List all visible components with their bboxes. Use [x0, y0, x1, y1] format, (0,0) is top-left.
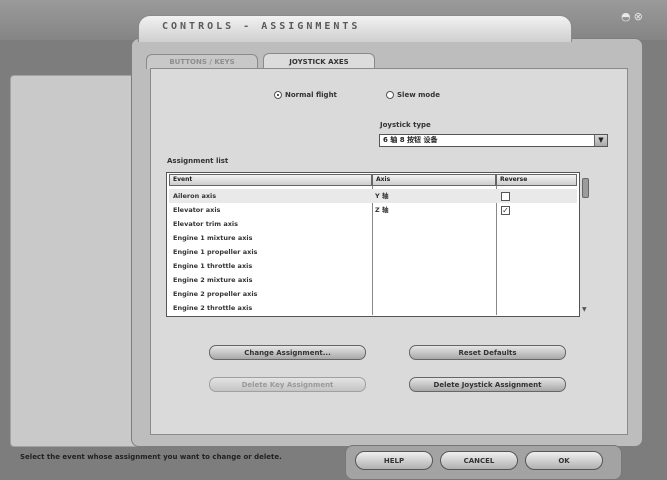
row-event: Aileron axis — [173, 192, 217, 200]
help-button[interactable]: HELP — [355, 451, 433, 470]
radio-slew-mode[interactable]: Slew mode — [386, 91, 440, 99]
column-header-reverse[interactable]: Reverse — [496, 174, 577, 186]
status-text: Select the event whose assignment you wa… — [20, 453, 282, 461]
table-row[interactable]: Elevator trim axis — [169, 217, 577, 231]
delete-joystick-assignment-button[interactable]: Delete Joystick Assignment — [409, 377, 566, 392]
row-event: Engine 1 throttle axis — [173, 262, 253, 270]
assignment-list-label: Assignment list — [167, 157, 229, 165]
delete-key-assignment-button[interactable]: Delete Key Assignment — [209, 377, 366, 392]
checkmark-icon: ✓ — [502, 206, 509, 215]
change-assignment-button[interactable]: Change Assignment... — [209, 345, 366, 360]
table-row[interactable]: Engine 2 mixture axis — [169, 273, 577, 287]
row-event: Engine 2 propeller axis — [173, 290, 258, 298]
row-event: Engine 2 mixture axis — [173, 276, 253, 284]
table-row[interactable]: Engine 1 throttle axis — [169, 259, 577, 273]
row-event: Elevator trim axis — [173, 220, 238, 228]
table-row[interactable]: Elevator axis Z 轴 ✓ — [169, 203, 577, 217]
window-controls: ◓ ⊗ — [618, 10, 643, 23]
minimize-icon[interactable]: ◓ — [621, 10, 631, 23]
row-event: Engine 2 throttle axis — [173, 304, 253, 312]
radio-selected-icon — [274, 91, 282, 99]
row-axis: Z 轴 — [375, 206, 389, 214]
column-header-event[interactable]: Event — [169, 174, 372, 186]
scrollbar-thumb[interactable] — [582, 178, 589, 198]
joystick-type-label: Joystick type — [380, 121, 431, 129]
radio-slew-mode-label: Slew mode — [397, 91, 440, 99]
chevron-down-icon[interactable]: ▼ — [594, 135, 607, 146]
reset-defaults-button[interactable]: Reset Defaults — [409, 345, 566, 360]
dialog-title: CONTROLS - ASSIGNMENTS — [162, 21, 361, 32]
table-row[interactable]: Aileron axis Y 轴 — [169, 189, 577, 203]
column-header-axis[interactable]: Axis — [372, 174, 496, 186]
cancel-button[interactable]: CANCEL — [440, 451, 518, 470]
row-axis: Y 轴 — [375, 192, 389, 200]
scroll-down-icon[interactable]: ▼ — [582, 306, 587, 313]
reverse-checkbox[interactable] — [501, 192, 510, 201]
table-row[interactable]: Engine 2 throttle axis — [169, 301, 577, 315]
radio-unselected-icon — [386, 91, 394, 99]
row-event: Elevator axis — [173, 206, 221, 214]
ok-button[interactable]: OK — [525, 451, 603, 470]
reverse-checkbox[interactable]: ✓ — [501, 206, 510, 215]
radio-normal-flight[interactable]: Normal flight — [274, 91, 337, 99]
close-icon[interactable]: ⊗ — [634, 10, 643, 23]
background-panel — [10, 75, 140, 447]
tab-buttons-keys[interactable]: BUTTONS / KEYS — [146, 54, 258, 69]
joystick-type-value: 6 轴 8 按钮 设备 — [383, 136, 438, 144]
table-row[interactable]: Engine 1 mixture axis — [169, 231, 577, 245]
table-row[interactable]: Engine 1 propeller axis — [169, 245, 577, 259]
joystick-type-select[interactable]: 6 轴 8 按钮 设备 ▼ — [379, 134, 608, 147]
table-row[interactable]: Engine 2 propeller axis — [169, 287, 577, 301]
row-event: Engine 1 propeller axis — [173, 248, 258, 256]
radio-normal-flight-label: Normal flight — [285, 91, 337, 99]
row-event: Engine 1 mixture axis — [173, 234, 253, 242]
